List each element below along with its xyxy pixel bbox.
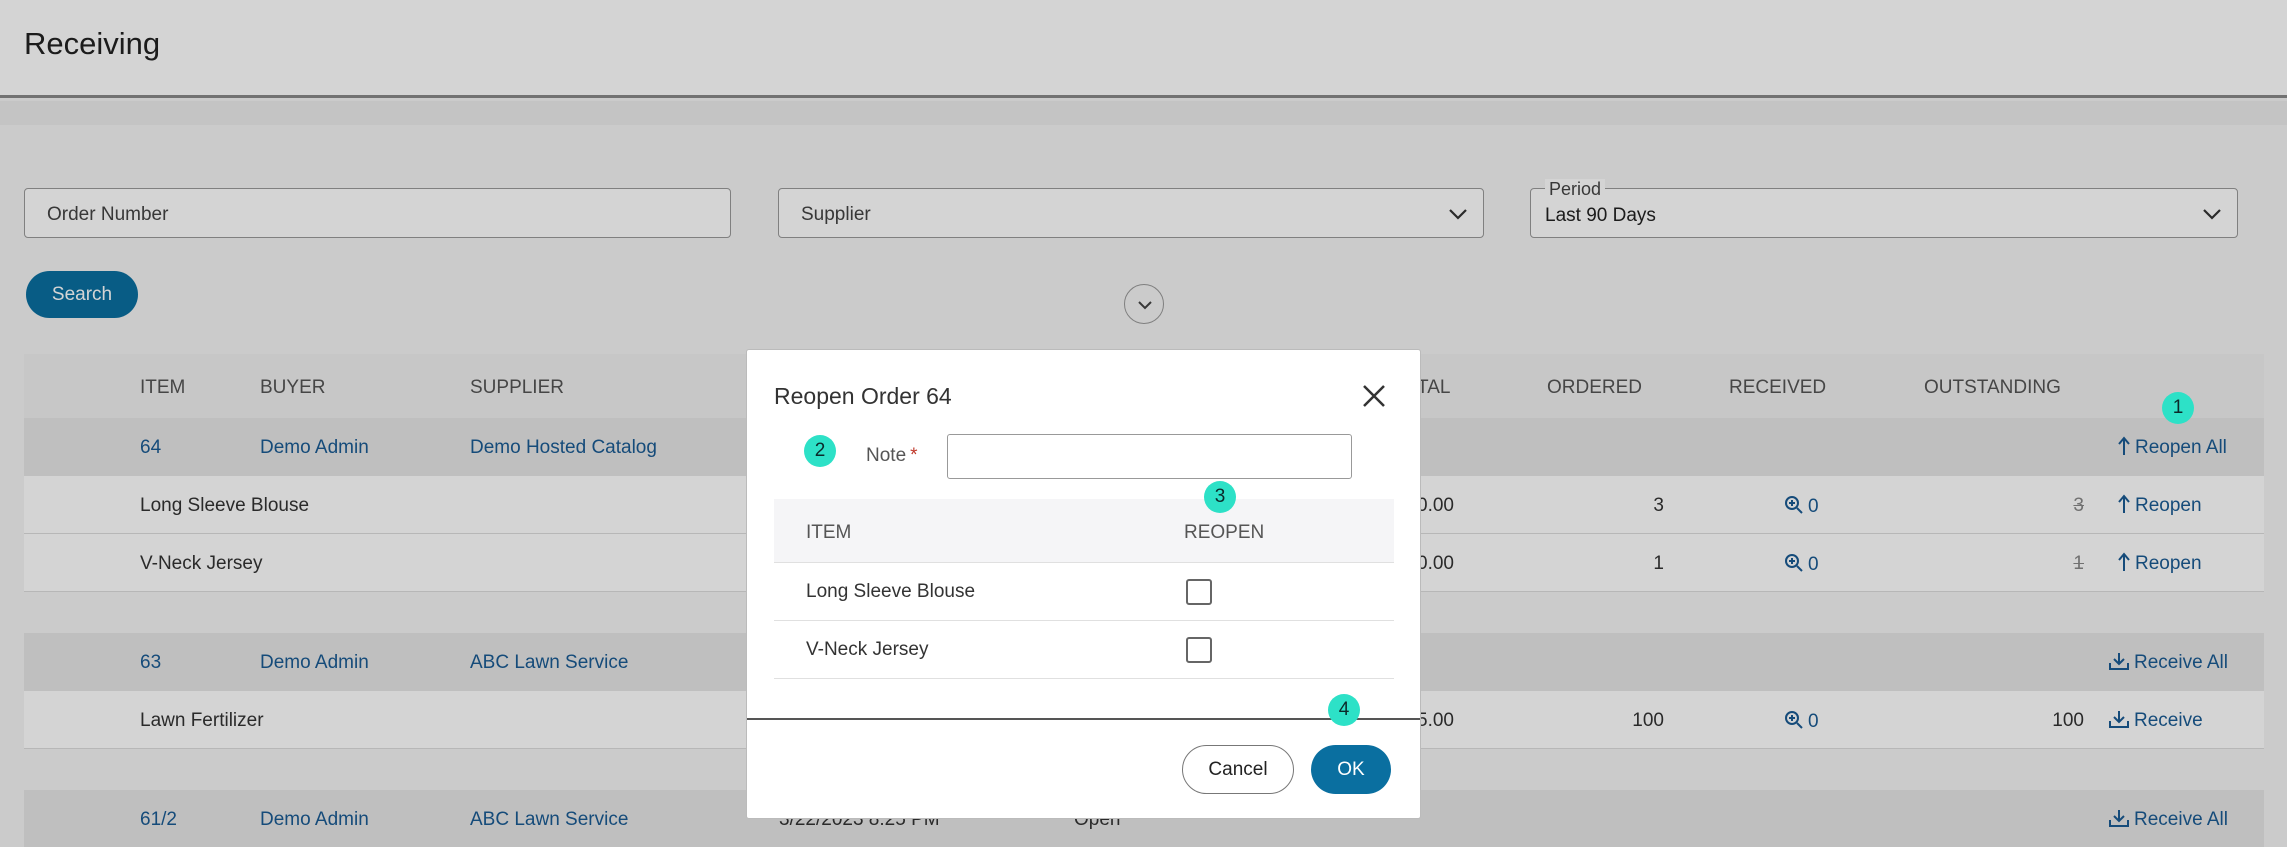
dialog-title: Reopen Order 64 xyxy=(774,383,952,409)
dialog-table-row: Long Sleeve Blouse xyxy=(774,563,1394,621)
reopen-checkbox[interactable] xyxy=(1186,579,1212,605)
reopen-checkbox[interactable] xyxy=(1186,637,1212,663)
ok-button[interactable]: OK xyxy=(1311,745,1391,794)
dialog-table-row: V-Neck Jersey xyxy=(774,621,1394,679)
note-label-text: Note xyxy=(866,445,907,466)
required-asterisk: * xyxy=(910,445,918,466)
step-marker: 1 xyxy=(2162,392,2194,424)
close-icon[interactable] xyxy=(1360,382,1388,410)
dialog-item-name: V-Neck Jersey xyxy=(806,639,929,660)
cancel-button[interactable]: Cancel xyxy=(1182,745,1294,794)
reopen-order-dialog: Reopen Order 64 Note * ITEM REOPEN Long S… xyxy=(746,349,1421,819)
dialog-header-item: ITEM xyxy=(806,522,852,543)
step-marker: 3 xyxy=(1204,481,1236,513)
note-label: Note * xyxy=(866,445,918,467)
note-input[interactable] xyxy=(947,434,1352,479)
step-marker: 4 xyxy=(1328,694,1360,726)
dialog-header-reopen: REOPEN xyxy=(1184,522,1265,543)
step-marker: 2 xyxy=(804,435,836,467)
dialog-table-header: ITEM REOPEN xyxy=(774,499,1394,563)
dialog-footer-divider xyxy=(747,718,1420,720)
dialog-item-name: Long Sleeve Blouse xyxy=(806,581,976,602)
